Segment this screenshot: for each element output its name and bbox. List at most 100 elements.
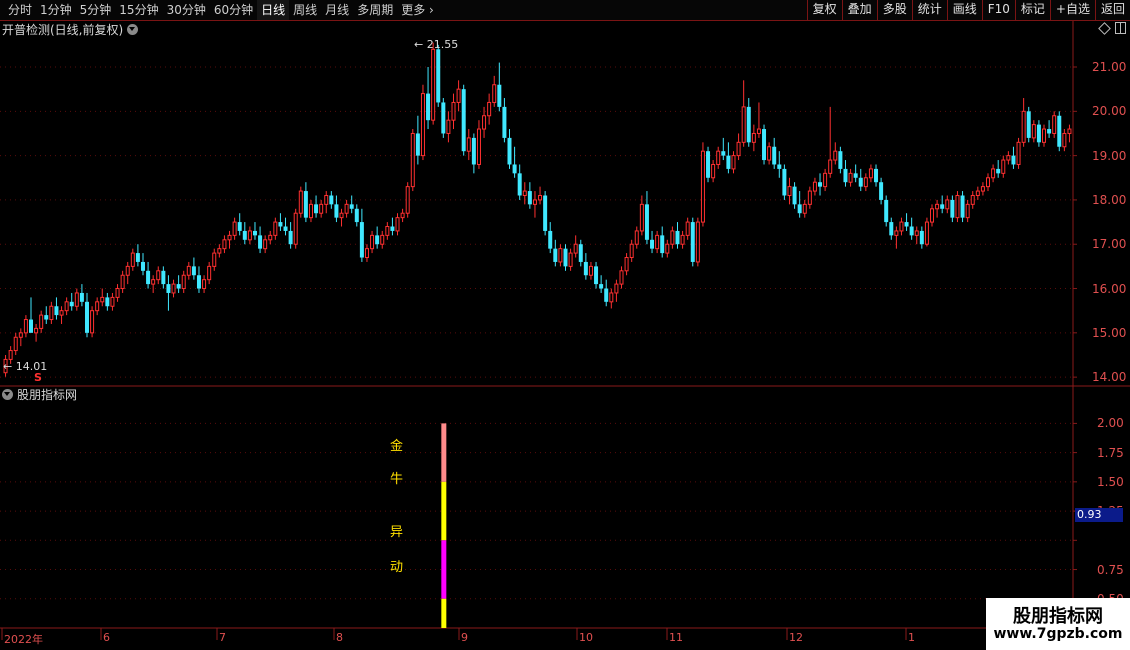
candle-body [797,204,802,214]
candle-body [375,235,380,245]
indicator-tick-label: 1.75 [1097,445,1124,460]
period-tab[interactable]: 分时 [4,0,36,20]
toolbar: 分时 1分钟 5分钟 15分钟 30分钟 60分钟 日线 周线 月线 多周期 更多 › 复权 叠加 多股… [0,0,1130,21]
candle-body [884,199,889,223]
candle-body [991,168,996,179]
signal-label-dong: 动 [390,560,404,575]
price-tick-label: 17.00 [1092,237,1127,252]
candle-body [532,199,537,205]
candle-body [273,221,278,236]
signal-marker: S [34,371,42,384]
chevron-down-icon[interactable] [2,388,13,400]
candle-body [833,150,838,161]
split-pane-icon[interactable] [1115,22,1126,34]
candle-body [924,221,929,245]
indicator-tick-label: 1.50 [1097,474,1124,489]
candle-body [84,301,89,333]
chevron-down-icon[interactable] [127,23,139,35]
toolbar-button[interactable]: 画线 [946,0,982,20]
period-tab[interactable]: 多周期 [353,0,397,20]
candle-body [79,292,84,302]
candle-body [609,292,614,303]
candle-body [8,350,13,360]
candle-body [222,239,227,250]
toolbar-button[interactable]: 统计 [911,0,947,20]
candle-body [217,248,222,254]
watermark-url: www.7gpzb.com [993,626,1123,642]
candle-body [151,279,156,285]
period-tab[interactable]: 月线 [321,0,353,20]
candle-body [456,88,461,103]
candle-body [431,48,436,121]
toolbar-button[interactable]: 复权 [806,0,842,20]
candle-body [334,204,339,218]
candle-body [278,222,283,227]
watermark: 股朋指标网 www.7gpzb.com [986,598,1130,650]
candle-body [527,191,532,205]
candle-body [787,186,792,196]
high-price-label: ← 21.55 [414,38,459,51]
candle-body [364,248,369,259]
candle-body [436,49,441,103]
current-indicator-value: 0.93 [1075,508,1123,522]
toolbar-button[interactable]: 多股 [876,0,912,20]
candle-body [828,159,833,174]
candle-body [380,234,385,245]
candle-body [130,252,135,267]
candle-body [675,230,680,245]
signal-bar-segment [441,481,447,541]
candle-body [604,288,609,302]
candle-body [181,274,186,290]
low-price-value: 14.01 [15,360,48,373]
period-tab[interactable]: 60分钟 [210,0,257,20]
candle-body [919,230,924,245]
period-tab[interactable]: 15分钟 [115,0,162,20]
toolbar-button[interactable]: F10 [981,0,1015,20]
candle-body [812,181,817,192]
period-tab[interactable]: 更多 › [397,0,438,20]
candle-body [263,239,268,250]
candle-body [176,284,181,289]
candle-body [558,248,563,263]
signal-bar-segment [441,423,447,482]
toolbar-button[interactable]: 叠加 [841,0,877,20]
period-tab[interactable]: 1分钟 [36,0,76,20]
period-tab[interactable]: 30分钟 [163,0,210,20]
candle-body [482,115,487,130]
diamond-icon[interactable] [1098,21,1111,35]
candle-body [227,234,232,241]
candle-body [614,283,619,294]
candle-body [161,270,166,285]
price-tick-label: 14.00 [1092,370,1127,385]
candle-body [695,221,700,263]
indicator-tick-label: 2.00 [1097,416,1124,431]
chart-window-controls [1098,21,1126,35]
candle-body [115,288,120,298]
toolbar-button[interactable]: 标记 [1014,0,1050,20]
period-tab[interactable]: 5分钟 [76,0,116,20]
toolbar-button[interactable]: +自选 [1049,0,1095,20]
period-tab[interactable]: 周线 [289,0,321,20]
toolbar-button[interactable]: 返回 [1094,0,1130,20]
candle-body [370,234,375,250]
candle-body [553,248,558,262]
candle-body [268,234,273,241]
candle-body [568,252,573,267]
price-tick-label: 16.00 [1092,281,1127,296]
signal-label-niu: 牛 [390,472,404,487]
signal-label-jin: 金 [390,439,404,454]
candle-body [965,203,970,219]
candle-body [69,301,74,307]
period-tab[interactable]: 日线 [257,0,290,20]
candle-body [49,305,54,321]
candle-body [39,314,44,329]
candle-body [420,93,425,157]
candle-body [853,173,858,178]
candle-body [1001,159,1006,174]
candle-body [156,270,161,281]
candle-body [782,168,787,196]
date-tick-label: 10 [579,631,593,644]
candle-body [726,155,731,169]
candle-body [858,177,863,187]
candle-body [741,106,746,143]
